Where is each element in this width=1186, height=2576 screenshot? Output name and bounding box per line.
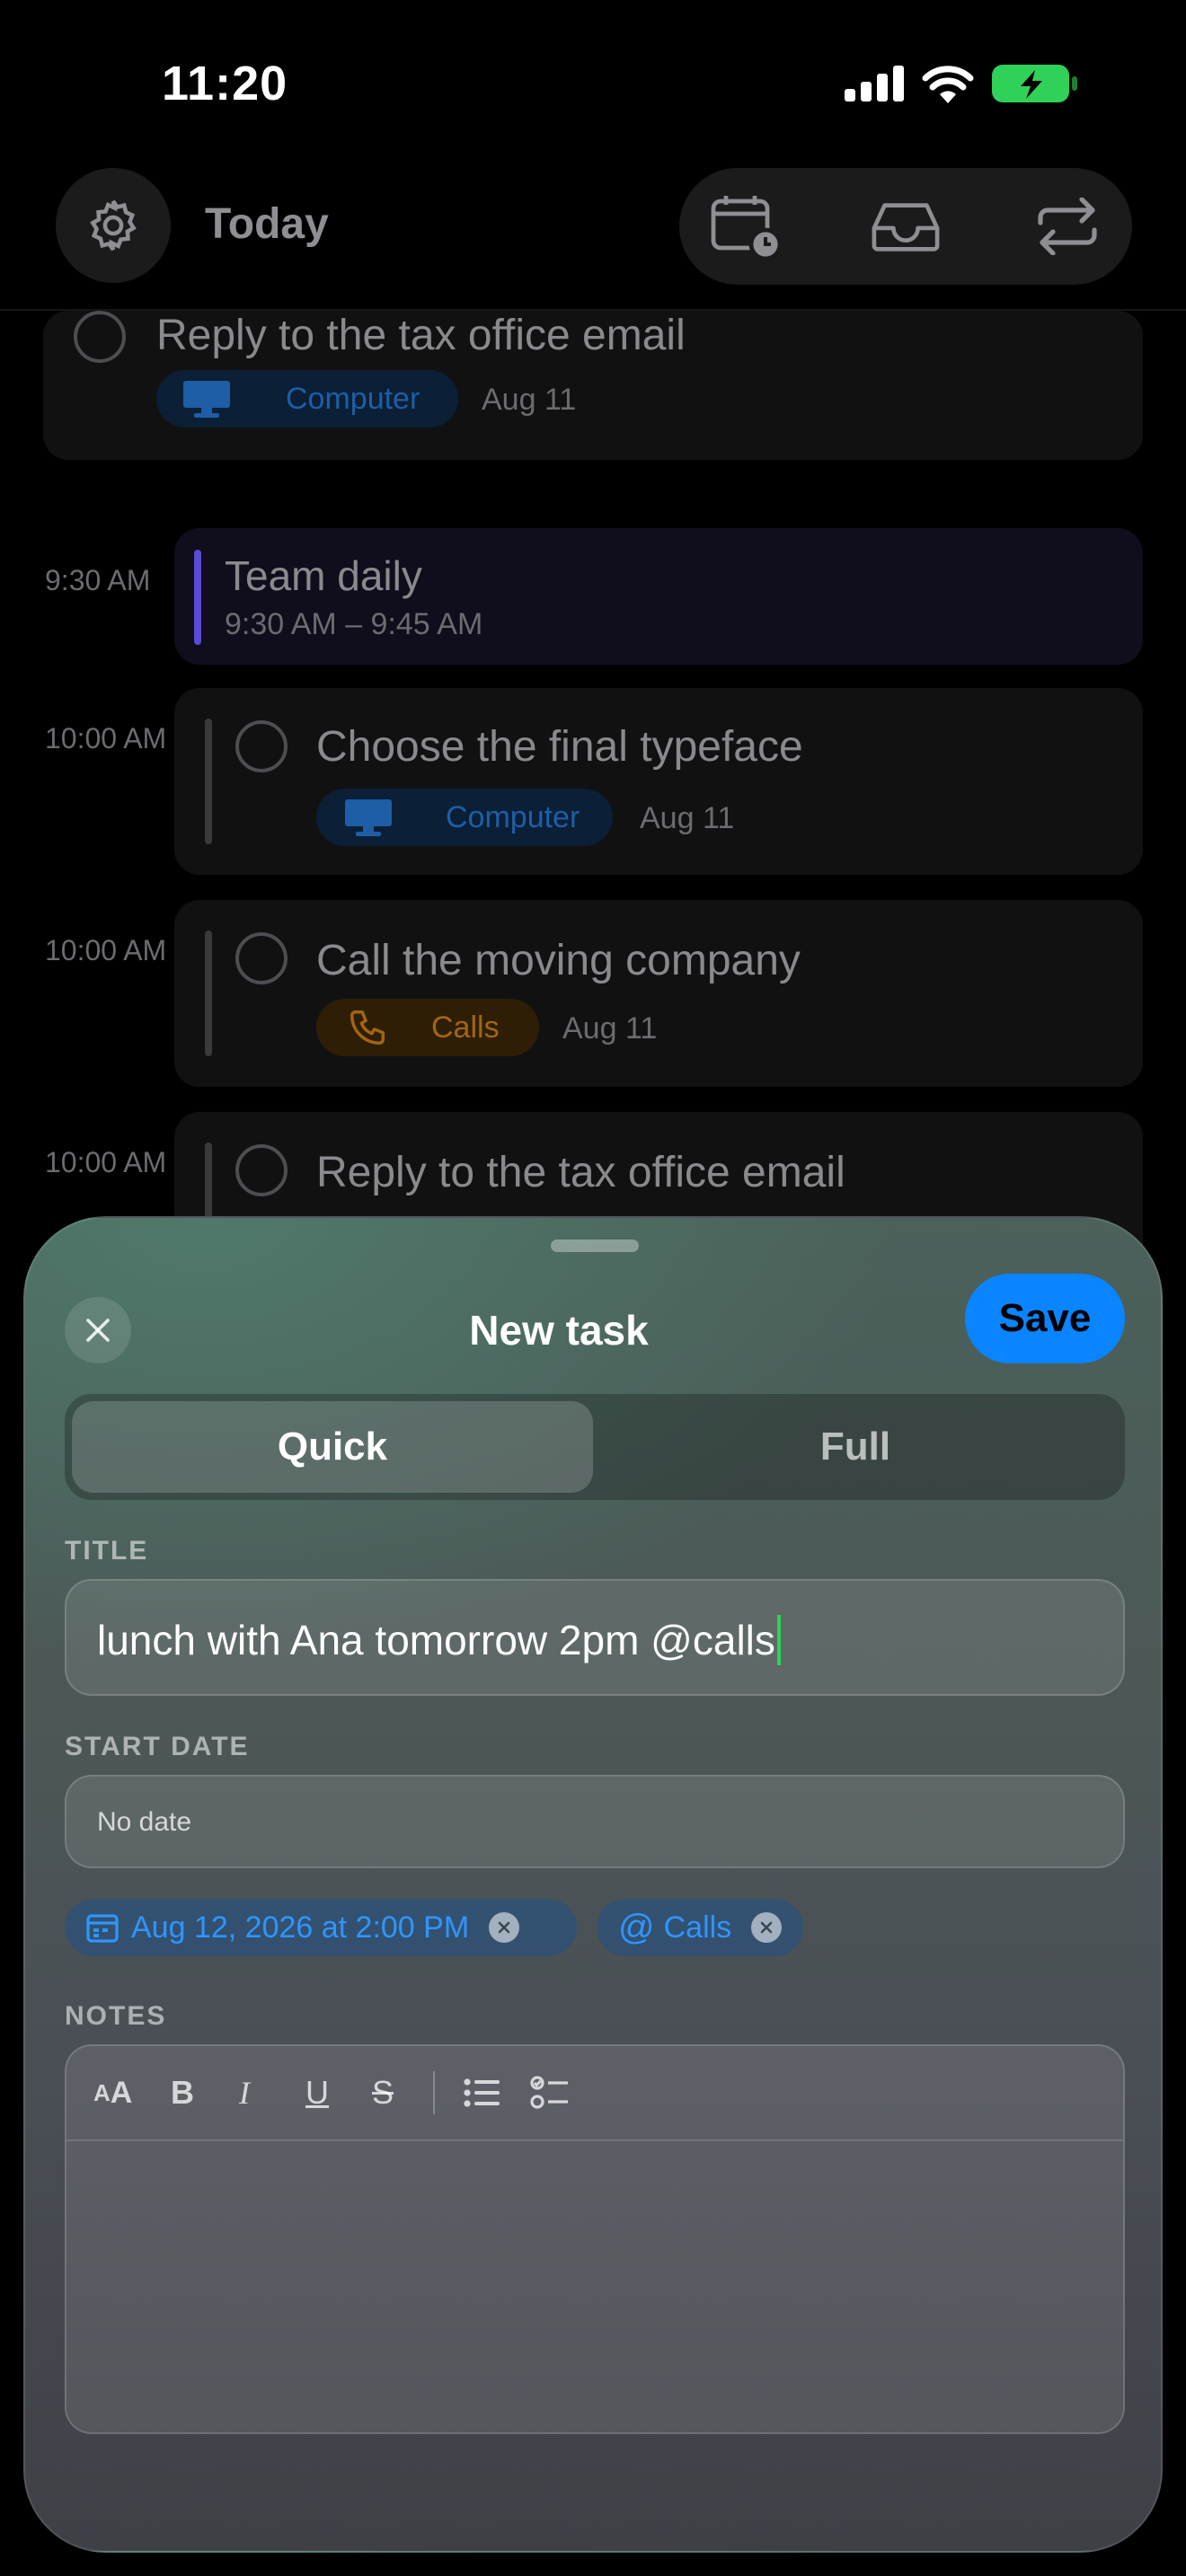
calendar-event[interactable]: Team daily 9:30 AM – 9:45 AM (174, 528, 1143, 665)
task-title: Reply to the tax office email (156, 312, 686, 359)
complete-checkbox[interactable] (235, 1144, 288, 1196)
title-field[interactable]: lunch with Ana tomorrow 2pm @calls (65, 1579, 1125, 1696)
title-label: TITLE (65, 1536, 149, 1566)
remove-chip-button[interactable] (751, 1912, 783, 1943)
date-chip[interactable]: Aug 12, 2026 at 2:00 PM (65, 1899, 577, 1956)
computer-icon (345, 799, 392, 836)
header-actions (679, 168, 1132, 285)
task-time: 10:00 AM (45, 722, 167, 754)
calendar-clock-icon (711, 196, 782, 259)
mode-segmented-control: Quick Full (65, 1394, 1125, 1500)
wifi-icon (922, 66, 974, 103)
task-bar (205, 719, 212, 844)
complete-checkbox[interactable] (235, 932, 288, 984)
context-tag[interactable]: Computer (156, 370, 458, 428)
event-time-range: 9:30 AM – 9:45 AM (225, 607, 483, 641)
notes-editor[interactable]: AA B I U S (65, 2044, 1125, 2434)
battery-charging-icon (992, 65, 1077, 102)
task-title: Call the moving company (316, 937, 801, 984)
task-row[interactable]: Reply to the tax office email Computer A… (43, 311, 1143, 460)
segment-quick[interactable]: Quick (72, 1401, 593, 1493)
italic-icon[interactable]: I (239, 2071, 250, 2114)
new-task-sheet: New task Save Quick Full TITLE lunch wit… (23, 1216, 1163, 2553)
calendar-schedule-button[interactable] (710, 190, 782, 262)
status-icons (845, 63, 1078, 104)
tag-label: Calls (431, 1010, 500, 1045)
chip-label: Aug 12, 2026 at 2:00 PM (131, 1910, 470, 1945)
bold-icon[interactable]: B (171, 2071, 194, 2114)
underline-icon[interactable]: U (305, 2071, 329, 2114)
task-time: 10:00 AM (45, 1146, 167, 1178)
context-tag[interactable]: Computer (316, 789, 613, 846)
close-icon (760, 1921, 773, 1934)
complete-checkbox[interactable] (74, 311, 126, 363)
event-title: Team daily (225, 552, 422, 599)
toolbar-divider (433, 2071, 435, 2114)
task-date: Aug 11 (562, 1011, 658, 1045)
segment-full[interactable]: Full (593, 1401, 1118, 1493)
font-size-icon[interactable]: AA (93, 2071, 132, 2114)
header-title: Today (205, 200, 329, 248)
gear-icon (90, 199, 137, 251)
task-row[interactable]: Choose the final typeface Computer Aug 1… (174, 688, 1143, 875)
formatting-toolbar: AA B I U S (66, 2046, 1123, 2141)
inbox-button[interactable] (870, 190, 942, 262)
title-input-value: lunch with Ana tomorrow 2pm @calls (97, 1617, 775, 1663)
status-time: 11:20 (162, 57, 288, 110)
computer-icon (183, 381, 230, 418)
tag-label: Computer (286, 381, 420, 416)
text-cursor (776, 1615, 781, 1665)
event-color-bar (194, 550, 201, 645)
event-time: 9:30 AM (45, 564, 151, 596)
strikethrough-icon[interactable]: S (372, 2071, 394, 2114)
settings-button[interactable] (56, 168, 171, 283)
phone-icon (350, 1010, 385, 1045)
checklist-icon[interactable] (530, 2071, 570, 2114)
remove-chip-button[interactable] (489, 1912, 520, 1943)
task-date: Aug 11 (640, 801, 735, 835)
chip-label: Calls (663, 1910, 732, 1945)
cellular-signal-icon (845, 66, 904, 101)
close-icon (498, 1921, 510, 1934)
task-title: Reply to the tax office email (316, 1149, 845, 1196)
tag-label: Computer (446, 799, 580, 834)
task-row[interactable]: Call the moving company Calls Aug 11 (174, 900, 1143, 1087)
bullet-list-icon[interactable] (464, 2071, 500, 2114)
task-time: 10:00 AM (45, 934, 167, 966)
start-date-field[interactable]: No date (65, 1775, 1125, 1868)
context-tag[interactable]: Calls (316, 999, 539, 1056)
start-date-value: No date (97, 1807, 192, 1837)
task-date: Aug 11 (482, 383, 577, 417)
notes-label: NOTES (65, 2001, 167, 2031)
save-button[interactable]: Save (965, 1274, 1125, 1363)
repeat-button[interactable] (1031, 190, 1103, 262)
task-bar (205, 931, 212, 1056)
at-sign-icon: @ (618, 1907, 655, 1947)
repeat-arrows-icon (1038, 198, 1097, 255)
start-date-label: START DATE (65, 1732, 250, 1761)
task-title: Choose the final typeface (316, 723, 803, 771)
sheet-grabber[interactable] (551, 1239, 639, 1252)
sheet-title: New task (469, 1307, 649, 1354)
context-chip[interactable]: @ Calls (597, 1899, 803, 1956)
calendar-icon (86, 1914, 119, 1943)
inbox-tray-icon (872, 203, 940, 251)
complete-checkbox[interactable] (235, 720, 288, 772)
